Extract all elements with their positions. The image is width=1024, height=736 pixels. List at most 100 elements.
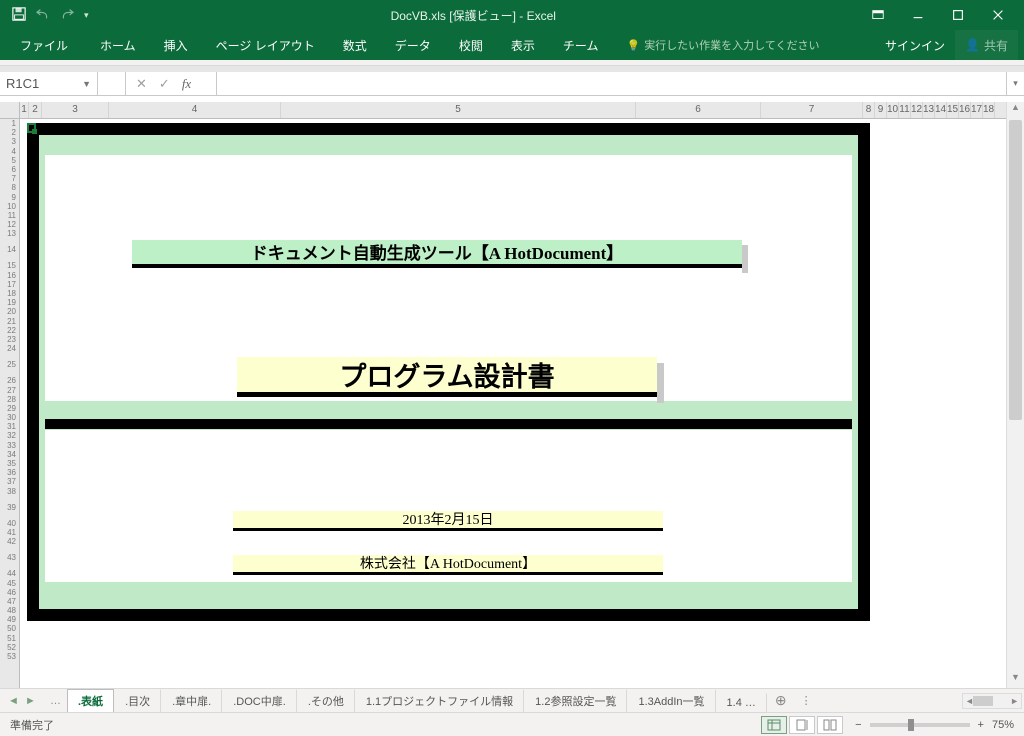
column-header[interactable]: 6 xyxy=(636,102,761,118)
column-header[interactable]: 8 xyxy=(863,102,875,118)
row-header[interactable]: 47 xyxy=(0,597,16,606)
cancel-icon[interactable]: ✕ xyxy=(136,76,147,92)
enter-icon[interactable]: ✓ xyxy=(159,76,170,92)
row-header[interactable]: 48 xyxy=(0,606,16,615)
name-box[interactable]: R1C1 ▼ xyxy=(0,72,98,95)
column-header[interactable]: 5 xyxy=(281,102,636,118)
page-layout-view-icon[interactable] xyxy=(789,716,815,734)
row-header[interactable]: 44 xyxy=(0,569,16,578)
tab-team[interactable]: チーム xyxy=(549,30,613,60)
scroll-down-icon[interactable]: ▼ xyxy=(1007,672,1024,688)
column-header[interactable]: 3 xyxy=(42,102,109,118)
column-header[interactable]: 12 xyxy=(911,102,923,118)
column-header[interactable]: 11 xyxy=(899,102,911,118)
row-header[interactable]: 42 xyxy=(0,537,16,546)
row-header[interactable]: 10 xyxy=(0,202,16,211)
row-header[interactable]: 2 xyxy=(0,128,16,137)
maximize-icon[interactable] xyxy=(938,0,978,30)
tab-overflow-icon[interactable]: ⋮ xyxy=(795,694,818,707)
new-sheet-button[interactable]: ⊕ xyxy=(767,692,795,709)
row-header[interactable]: 41 xyxy=(0,528,16,537)
column-header[interactable]: 15 xyxy=(947,102,959,118)
column-header[interactable]: 13 xyxy=(923,102,935,118)
signin-link[interactable]: サインイン xyxy=(875,30,955,60)
zoom-slider[interactable] xyxy=(870,723,970,727)
row-header[interactable]: 52 xyxy=(0,643,16,652)
scroll-up-icon[interactable]: ▲ xyxy=(1007,102,1024,118)
tab-home[interactable]: ホーム xyxy=(86,30,150,60)
save-icon[interactable] xyxy=(12,7,26,24)
formula-expand-icon[interactable]: ▾ xyxy=(1006,72,1024,95)
sheet-tab[interactable]: .表紙 xyxy=(67,689,114,713)
row-header[interactable]: 50 xyxy=(0,624,16,633)
sheet-tab[interactable]: 1.3AddIn一覧 xyxy=(627,689,715,712)
row-header[interactable]: 49 xyxy=(0,615,16,624)
row-header[interactable]: 25 xyxy=(0,353,16,376)
minimize-icon[interactable] xyxy=(898,0,938,30)
zoom-in-button[interactable]: + xyxy=(978,719,984,731)
formula-input[interactable] xyxy=(216,72,1006,95)
row-header[interactable]: 37 xyxy=(0,477,16,486)
sheet-tab[interactable]: 1.4 … xyxy=(716,693,767,712)
row-header[interactable]: 30 xyxy=(0,413,16,422)
row-headers[interactable]: 1234567891011121314151617181920212223242… xyxy=(0,119,20,688)
tab-review[interactable]: 校閲 xyxy=(445,30,497,60)
row-header[interactable]: 3 xyxy=(0,137,16,146)
row-header[interactable]: 53 xyxy=(0,652,16,661)
row-header[interactable]: 39 xyxy=(0,496,16,519)
row-header[interactable]: 12 xyxy=(0,220,16,229)
tell-me-box[interactable]: 💡 実行したい作業を入力してください xyxy=(612,30,833,60)
tab-nav-prev-icon[interactable]: ◄ xyxy=(8,695,19,707)
tab-page-layout[interactable]: ページ レイアウト xyxy=(202,30,329,60)
tab-nav-more-icon[interactable]: … xyxy=(44,695,67,707)
page-break-view-icon[interactable] xyxy=(817,716,843,734)
row-header[interactable]: 4 xyxy=(0,147,16,156)
row-header[interactable]: 5 xyxy=(0,156,16,165)
row-header[interactable]: 51 xyxy=(0,634,16,643)
row-header[interactable]: 31 xyxy=(0,422,16,431)
column-header[interactable]: 4 xyxy=(109,102,281,118)
row-header[interactable]: 9 xyxy=(0,193,16,202)
select-all-corner[interactable] xyxy=(0,102,20,118)
row-header[interactable]: 6 xyxy=(0,165,16,174)
row-header[interactable]: 19 xyxy=(0,298,16,307)
row-header[interactable]: 43 xyxy=(0,546,16,569)
close-icon[interactable] xyxy=(978,0,1018,30)
cells-canvas[interactable]: ドキュメント自動生成ツール【A HotDocument】 プログラム設計書 20… xyxy=(20,119,1006,688)
row-header[interactable]: 23 xyxy=(0,335,16,344)
row-header[interactable]: 29 xyxy=(0,404,16,413)
row-header[interactable]: 15 xyxy=(0,261,16,270)
tab-formulas[interactable]: 数式 xyxy=(329,30,381,60)
zoom-value[interactable]: 75% xyxy=(992,719,1014,731)
row-header[interactable]: 40 xyxy=(0,519,16,528)
row-header[interactable]: 17 xyxy=(0,280,16,289)
row-header[interactable]: 24 xyxy=(0,344,16,353)
row-header[interactable]: 7 xyxy=(0,174,16,183)
fx-icon[interactable]: fx xyxy=(182,76,191,92)
column-header[interactable]: 14 xyxy=(935,102,947,118)
zoom-out-button[interactable]: − xyxy=(855,719,861,731)
row-header[interactable]: 16 xyxy=(0,271,16,280)
row-header[interactable]: 8 xyxy=(0,183,16,192)
sheet-tab[interactable]: .DOC中扉. xyxy=(222,689,297,712)
row-header[interactable]: 45 xyxy=(0,579,16,588)
row-header[interactable]: 11 xyxy=(0,211,16,220)
tab-insert[interactable]: 挿入 xyxy=(150,30,202,60)
row-header[interactable]: 21 xyxy=(0,317,16,326)
column-header[interactable]: 1 xyxy=(20,102,29,118)
row-header[interactable]: 35 xyxy=(0,459,16,468)
undo-icon[interactable] xyxy=(36,7,50,24)
row-header[interactable]: 32 xyxy=(0,431,16,440)
tab-file[interactable]: ファイル xyxy=(6,30,82,60)
row-header[interactable]: 36 xyxy=(0,468,16,477)
column-header[interactable]: 18 xyxy=(983,102,995,118)
column-header[interactable]: 17 xyxy=(971,102,983,118)
row-header[interactable]: 18 xyxy=(0,289,16,298)
row-header[interactable]: 14 xyxy=(0,238,16,261)
column-header[interactable]: 2 xyxy=(29,102,42,118)
row-header[interactable]: 34 xyxy=(0,450,16,459)
column-header[interactable]: 10 xyxy=(887,102,899,118)
sheet-tab[interactable]: .章中扉. xyxy=(161,689,222,712)
name-box-dropdown-icon[interactable]: ▼ xyxy=(82,79,91,89)
scroll-thumb[interactable] xyxy=(1009,120,1022,420)
